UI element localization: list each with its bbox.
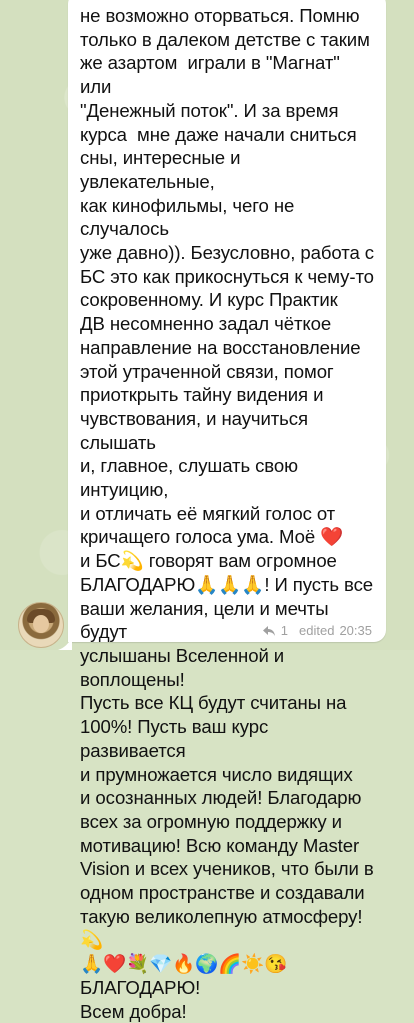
- edited-label: edited: [299, 623, 335, 638]
- bubble-tail: [58, 636, 72, 650]
- sender-avatar[interactable]: [18, 602, 64, 648]
- message-text: не возможно оторваться. Помню только в д…: [80, 5, 374, 1022]
- message-bubble[interactable]: не возможно оторваться. Помню только в д…: [68, 0, 386, 1022]
- reply-count[interactable]: 1: [281, 623, 288, 638]
- avatar-face: [33, 615, 49, 633]
- message-time: 20:35: [339, 623, 372, 638]
- message-meta: 1 edited 20:35: [262, 623, 372, 638]
- reply-arrow-icon[interactable]: [262, 625, 276, 637]
